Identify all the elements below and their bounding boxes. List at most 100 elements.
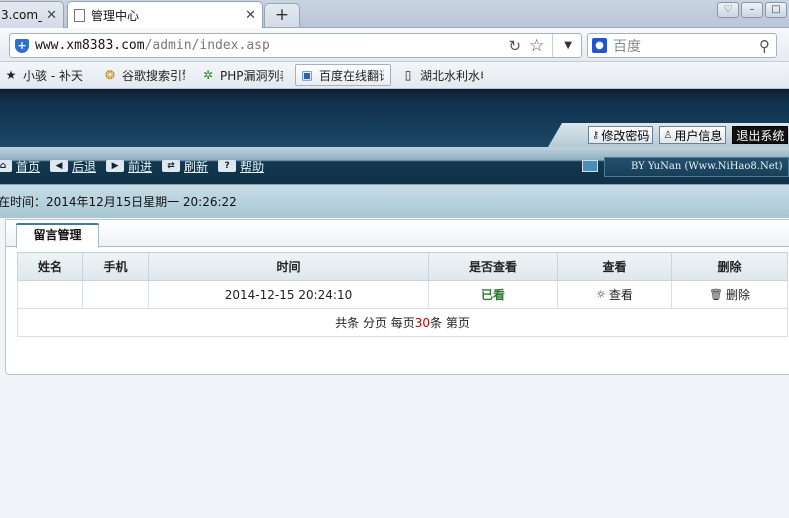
forward-button[interactable]: ▶ 前进 <box>106 158 152 175</box>
column-header: 手机 <box>82 252 149 281</box>
admin-header: ⚷ 修改密码 ♙ 用户信息 退出系统 <box>0 89 789 147</box>
browser-tab-strip: 3.com_P ✕ 管理中心 ✕ + ♡ – □ <box>0 0 789 29</box>
view-label: 查看 <box>608 288 633 302</box>
bookmark-label: 湖北水利水电 <box>420 68 483 83</box>
pager: 共条 分页 每页30条 第页 <box>17 308 788 337</box>
column-header: 姓名 <box>17 252 83 281</box>
address-bar[interactable]: + www.xm8383.com/admin/index.asp ↻ ☆ ▼ <box>9 33 582 58</box>
star-icon[interactable]: ☆ <box>529 36 544 56</box>
key-icon: ⚷ <box>592 129 600 141</box>
help-icon: ? <box>218 160 237 172</box>
bookmark-item[interactable]: ▣ 百度在线翻译 <box>295 64 391 86</box>
change-password-button[interactable]: ⚷ 修改密码 <box>588 126 654 144</box>
column-header: 时间 <box>148 252 429 281</box>
column-header: 删除 <box>671 252 788 281</box>
time-bar: 在时间：2014年12月15日星期一 20:26:22 <box>0 184 789 218</box>
star-icon: ★ <box>5 68 17 82</box>
admin-toolbar: ⌂ 首页 ◀ 后退 ▶ 前进 ⇄ 刷新 ? 帮助 BY YuNan (Www.NiHao8… <box>0 147 789 184</box>
chevron-down-icon[interactable]: ▼ <box>561 40 575 51</box>
home-label: 首页 <box>16 159 41 174</box>
close-icon[interactable]: ✕ <box>46 8 57 23</box>
page-background <box>0 375 789 518</box>
delete-label: 删除 <box>725 288 750 302</box>
baidu-paw-icon[interactable]: ● <box>592 38 607 53</box>
toolbar-actions: ⌂ 首页 ◀ 后退 ▶ 前进 ⇄ 刷新 ? 帮助 <box>0 157 274 175</box>
view-link[interactable]: ☼ 查看 <box>596 286 633 303</box>
shirt-icon[interactable]: ♡ <box>717 2 739 18</box>
user-info-label: 用户信息 <box>674 128 723 143</box>
table-row: 2014-12-15 20:24:10 已看 ☼ 查看 🗑 删除 <box>17 280 788 309</box>
message-panel: 留言管理 姓名 手机 时间 是否查看 查看 删除 2014-12-15 20:2… <box>5 219 789 375</box>
refresh-icon: ⇄ <box>162 160 181 172</box>
bookmark-item[interactable]: ✲ PHP漏洞列表 <box>197 64 289 86</box>
browser-tab-active[interactable]: 管理中心 ✕ <box>67 1 263 29</box>
window-controls: ♡ – □ <box>717 2 787 18</box>
current-time: 在时间：2014年12月15日星期一 20:26:22 <box>0 195 237 209</box>
bookmark-label: 百度在线翻译 <box>319 68 384 83</box>
logout-label: 退出系统 <box>736 128 785 143</box>
cell-name <box>17 280 83 309</box>
reload-icon[interactable]: ↻ <box>508 37 521 55</box>
table-header-row: 姓名 手机 时间 是否查看 查看 删除 <box>17 252 788 281</box>
cell-view: ☼ 查看 <box>557 280 672 309</box>
home-button[interactable]: ⌂ 首页 <box>0 158 40 175</box>
page-icon <box>74 9 85 22</box>
minimize-button[interactable]: – <box>741 2 763 18</box>
panel-tab-strip: 留言管理 <box>6 220 789 248</box>
bookmark-item[interactable]: ▯ 湖北水利水电 <box>397 64 489 86</box>
shield-icon[interactable]: + <box>15 38 29 53</box>
browser-tab-inactive[interactable]: 3.com_P ✕ <box>0 1 64 28</box>
arrow-left-icon: ◀ <box>50 160 69 172</box>
viewed-status: 已看 <box>480 288 505 302</box>
bug-icon: ✲ <box>202 68 214 82</box>
trash-icon: 🗑 <box>709 288 723 301</box>
home-icon: ⌂ <box>0 160 12 172</box>
search-box[interactable]: ● 百度 ⚲ <box>587 33 777 58</box>
back-button[interactable]: ◀ 后退 <box>50 158 96 175</box>
maximize-button[interactable]: □ <box>765 2 787 18</box>
back-label: 后退 <box>72 159 97 174</box>
url-text[interactable]: www.xm8383.com/admin/index.asp <box>35 38 508 53</box>
divider <box>552 34 554 57</box>
pager-prefix: 共条 分页 每页 <box>335 316 415 330</box>
help-button[interactable]: ? 帮助 <box>218 158 264 175</box>
bookmarks-bar: ★ 小骇 - 补天 ❂ 谷歌搜索引擎 ✲ PHP漏洞列表 ▣ 百度在线翻译 ▯ … <box>0 62 789 89</box>
bookmark-label: 小骇 - 补天 <box>23 68 83 83</box>
translate-icon: ▣ <box>301 68 313 82</box>
new-tab-button[interactable]: + <box>264 3 300 27</box>
bookmark-label: PHP漏洞列表 <box>220 68 283 83</box>
cell-time: 2014-12-15 20:24:10 <box>148 280 429 309</box>
bookmark-item[interactable]: ❂ 谷歌搜索引擎 <box>99 64 191 86</box>
user-icon: ♙ <box>663 129 673 141</box>
user-menu: ⚷ 修改密码 ♙ 用户信息 退出系统 <box>548 123 789 147</box>
user-info-button[interactable]: ♙ 用户信息 <box>659 126 727 144</box>
per-page-count: 30 <box>414 316 431 330</box>
header-stripe <box>0 89 789 101</box>
message-table: 姓名 手机 时间 是否查看 查看 删除 2014-12-15 20:24:10 … <box>17 252 788 337</box>
google-icon: ❂ <box>104 68 116 82</box>
close-icon[interactable]: ✕ <box>245 8 256 23</box>
bookmark-label: 谷歌搜索引擎 <box>122 68 185 83</box>
search-icon[interactable]: ⚲ <box>759 37 770 55</box>
navigation-bar: + www.xm8383.com/admin/index.asp ↻ ☆ ▼ ●… <box>0 28 789 62</box>
monitor-icon <box>582 160 598 172</box>
pager-suffix: 条 第页 <box>430 316 470 330</box>
credit-banner[interactable]: BY YuNan (Www.NiHao8.Net) <box>604 157 789 177</box>
column-header: 是否查看 <box>428 252 558 281</box>
column-header: 查看 <box>557 252 672 281</box>
change-password-label: 修改密码 <box>601 128 650 143</box>
delete-link[interactable]: 🗑 删除 <box>709 286 750 303</box>
forward-label: 前进 <box>128 159 153 174</box>
cell-delete: 🗑 删除 <box>671 280 788 309</box>
url-host: www.xm8383.com <box>35 38 145 53</box>
refresh-button[interactable]: ⇄ 刷新 <box>162 158 208 175</box>
tab-title: 3.com_P <box>1 8 42 22</box>
page-icon: ▯ <box>404 68 412 82</box>
tab-title: 管理中心 <box>91 9 140 23</box>
pager-row: 共条 分页 每页30条 第页 <box>17 308 788 337</box>
cell-viewed: 已看 <box>428 280 558 309</box>
arrow-right-icon: ▶ <box>106 160 125 172</box>
tab-message-management[interactable]: 留言管理 <box>16 223 99 248</box>
bookmark-item[interactable]: ★ 小骇 - 补天 <box>0 64 93 86</box>
logout-button[interactable]: 退出系统 <box>732 126 789 144</box>
